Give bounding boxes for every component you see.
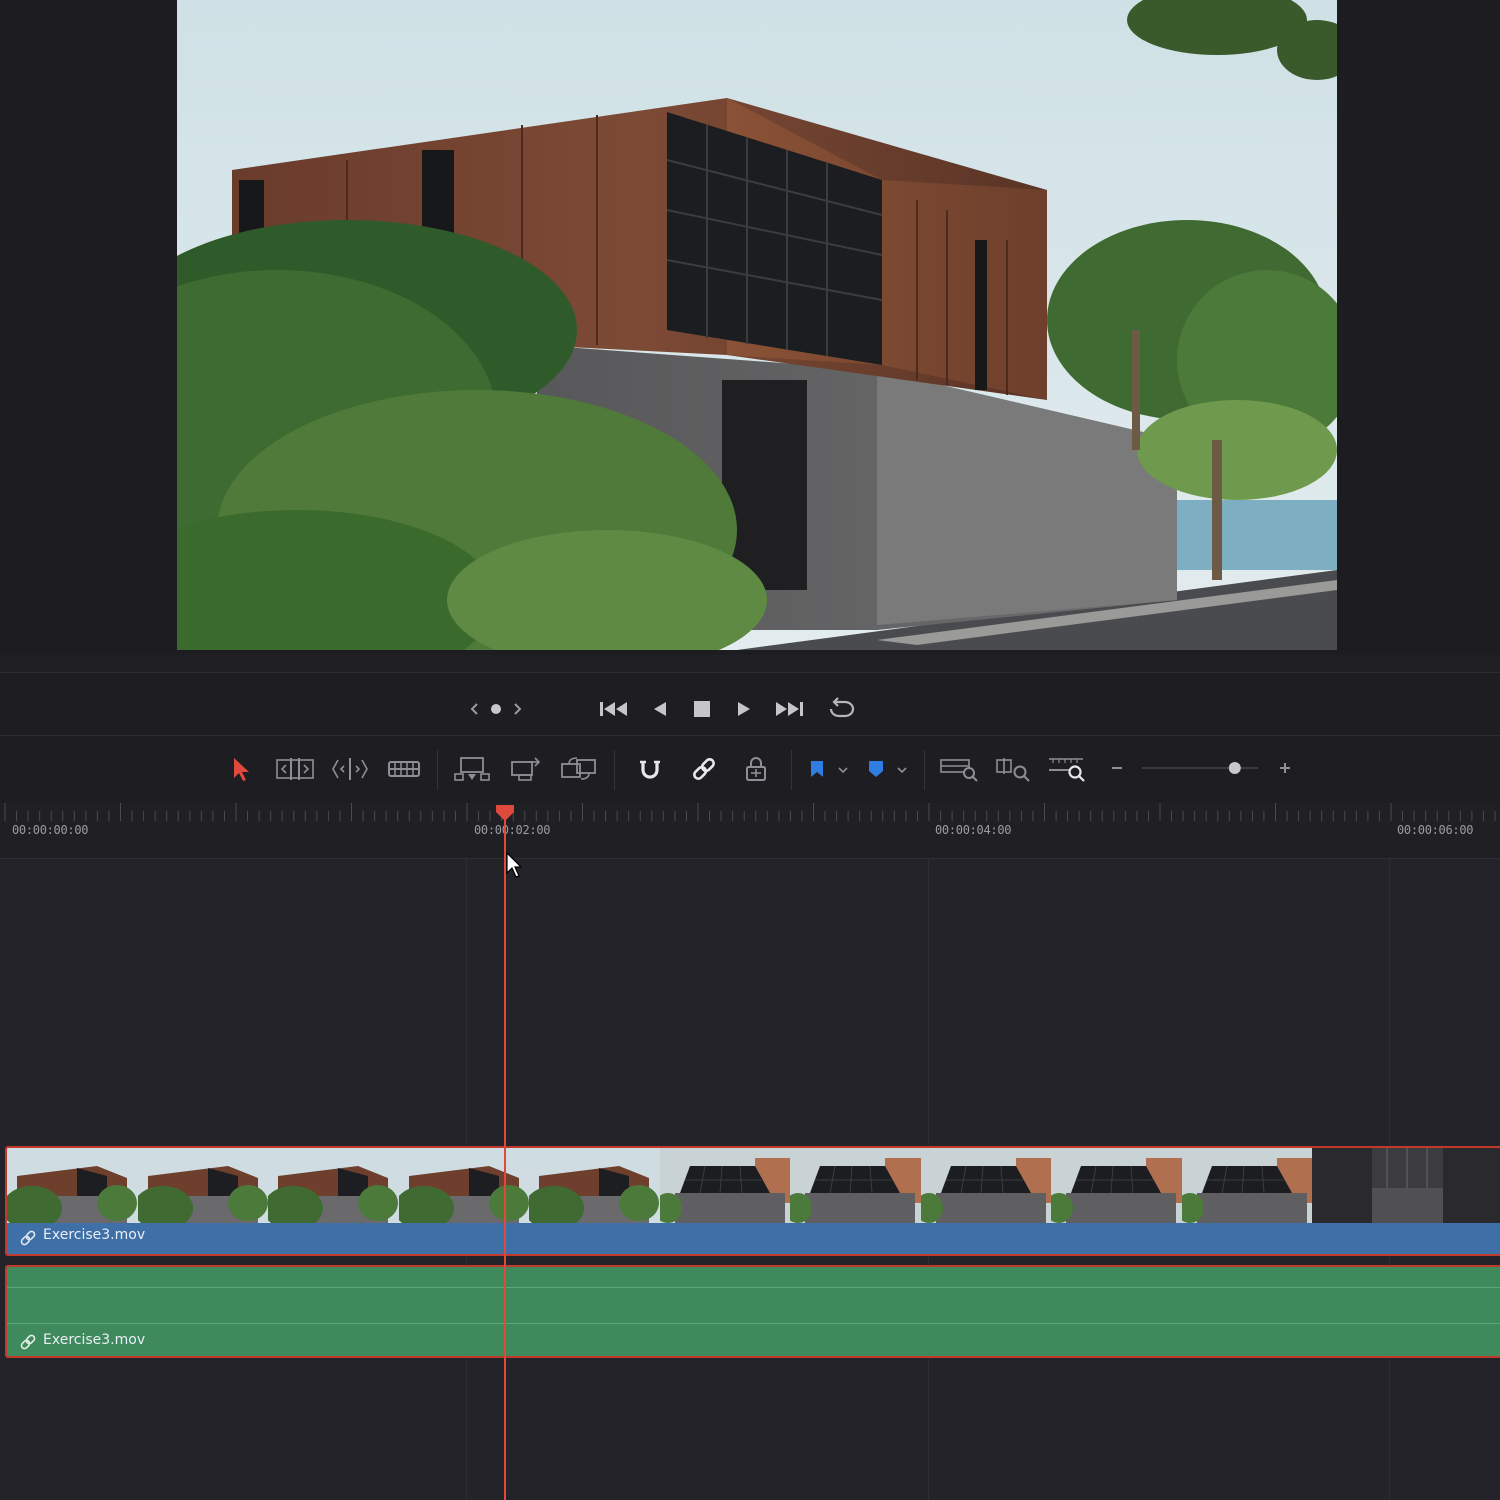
video-thumbnail xyxy=(1312,1148,1443,1223)
timeline-toolbar xyxy=(0,737,1500,803)
mouse-cursor-icon xyxy=(506,851,523,878)
timecode-label: 00:00:04:00 xyxy=(935,823,1012,837)
prev-clip-icon[interactable] xyxy=(466,697,482,721)
video-thumbnail xyxy=(1181,1148,1313,1223)
blade-edit-mode-icon[interactable] xyxy=(386,755,422,783)
video-thumbnail xyxy=(268,1148,399,1223)
timecode-ruler[interactable]: 00:00:00:00 00:00:02:00 00:00:04:00 00:0… xyxy=(0,803,1500,859)
video-thumbnail xyxy=(1442,1148,1500,1223)
custom-zoom-icon[interactable] xyxy=(1046,755,1088,783)
video-clip[interactable]: Exercise3.mov xyxy=(5,1146,1500,1256)
video-thumbnail xyxy=(398,1148,530,1223)
play-icon[interactable] xyxy=(734,697,754,721)
position-lock-icon[interactable] xyxy=(741,755,771,783)
toolbar-separator xyxy=(924,750,925,790)
video-thumbnail xyxy=(659,1148,791,1223)
playhead-handle-icon[interactable] xyxy=(494,803,516,823)
marker-dropdown-chevron-icon[interactable] xyxy=(893,761,911,779)
video-thumbnails xyxy=(7,1148,1500,1223)
video-thumbnail xyxy=(1051,1148,1182,1223)
dynamic-trim-mode-icon[interactable] xyxy=(330,755,370,783)
trim-edit-mode-icon[interactable] xyxy=(274,755,316,783)
clip-dot-icon[interactable] xyxy=(488,701,504,717)
zoom-slider[interactable] xyxy=(1138,758,1262,778)
play-reverse-icon[interactable] xyxy=(650,697,670,721)
zoom-out-icon[interactable] xyxy=(1108,759,1126,777)
ruler-ticks xyxy=(4,803,1496,821)
link-icon xyxy=(20,1334,36,1350)
timeline-panel[interactable]: 00:00:00:00 00:00:02:00 00:00:04:00 00:0… xyxy=(0,803,1500,1500)
selection-mode-icon[interactable] xyxy=(228,754,254,784)
snapping-icon[interactable] xyxy=(634,755,666,783)
stop-icon[interactable] xyxy=(692,698,712,720)
video-thumbnail xyxy=(137,1148,269,1223)
rendered-architecture-frame xyxy=(177,0,1337,650)
timecode-label: 00:00:00:00 xyxy=(12,823,89,837)
go-to-start-icon[interactable] xyxy=(598,697,630,721)
toolbar-separator xyxy=(437,750,438,790)
loop-icon[interactable] xyxy=(824,695,856,723)
audio-waveform-line xyxy=(7,1287,1500,1288)
viewer-panel xyxy=(0,0,1500,655)
zoom-in-icon[interactable] xyxy=(1276,759,1294,777)
next-clip-icon[interactable] xyxy=(510,697,526,721)
video-thumbnail xyxy=(529,1148,660,1223)
video-thumbnail xyxy=(920,1148,1052,1223)
clip-name: Exercise3.mov xyxy=(43,1332,146,1348)
flag-icon[interactable] xyxy=(806,757,828,781)
replace-clip-icon[interactable] xyxy=(558,755,600,783)
toolbar-separator xyxy=(791,750,792,790)
audio-clip[interactable]: Exercise3.mov xyxy=(5,1265,1500,1358)
video-thumbnail xyxy=(7,1148,138,1223)
playhead[interactable] xyxy=(504,806,506,1500)
link-icon xyxy=(20,1230,36,1246)
toolbar-separator xyxy=(614,750,615,790)
detail-zoom-icon[interactable] xyxy=(992,755,1034,783)
full-extent-zoom-icon[interactable] xyxy=(938,755,980,783)
insert-clip-icon[interactable] xyxy=(452,755,492,783)
go-to-end-icon[interactable] xyxy=(773,697,805,721)
flag-dropdown-chevron-icon[interactable] xyxy=(834,761,852,779)
clip-name: Exercise3.mov xyxy=(43,1227,146,1243)
linked-selection-icon[interactable] xyxy=(688,755,720,783)
video-thumbnail xyxy=(790,1148,921,1223)
viewer-frame xyxy=(177,0,1337,650)
transport-controls xyxy=(0,672,1500,736)
marker-icon[interactable] xyxy=(865,757,887,781)
timecode-label: 00:00:06:00 xyxy=(1397,823,1474,837)
audio-waveform-line xyxy=(7,1323,1500,1324)
overwrite-clip-icon[interactable] xyxy=(508,755,544,783)
timecode-label: 00:00:02:00 xyxy=(474,823,551,837)
